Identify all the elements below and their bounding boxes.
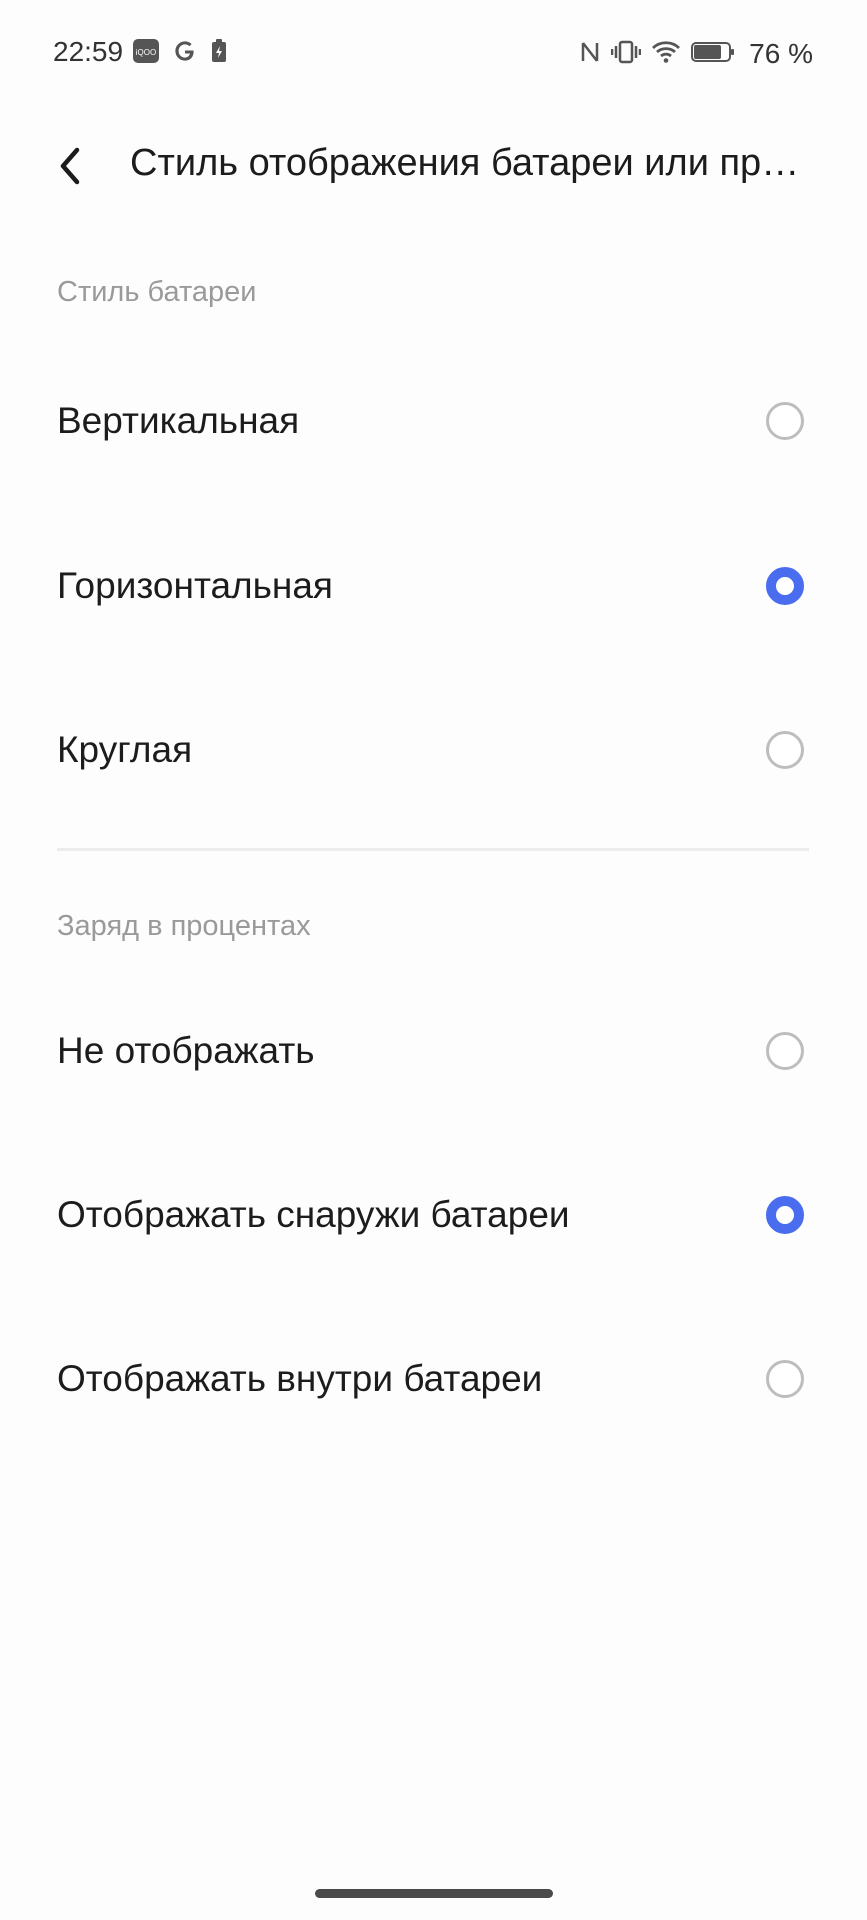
settings-screen: 22:59 iQOO 76 % Стиль отображения батаре…: [0, 0, 867, 1920]
option-label: Отображать внутри батареи: [57, 1358, 543, 1399]
svg-text:iQOO: iQOO: [136, 48, 156, 57]
option-round[interactable]: Круглая: [0, 690, 867, 810]
option-label: Вертикальная: [57, 400, 300, 441]
option-percent-outside[interactable]: Отображать снаружи батареи: [0, 1155, 867, 1275]
option-hide-percent[interactable]: Не отображать: [0, 991, 867, 1111]
section-label-percent: Заряд в процентах: [57, 910, 311, 942]
status-time: 22:59: [53, 36, 124, 67]
google-icon: [172, 38, 198, 69]
radio-button[interactable]: [766, 1360, 804, 1398]
back-button[interactable]: [40, 138, 100, 198]
battery-percent: 76 %: [749, 38, 813, 69]
status-left-icons: iQOO: [132, 38, 228, 69]
section-divider: [57, 848, 809, 851]
radio-button[interactable]: [766, 402, 804, 440]
radio-button[interactable]: [766, 1032, 804, 1070]
radio-button[interactable]: [766, 731, 804, 769]
radio-button-selected[interactable]: [766, 1196, 804, 1234]
option-percent-inside[interactable]: Отображать внутри батареи: [0, 1319, 867, 1439]
nfc-icon: [579, 39, 601, 70]
home-indicator[interactable]: [315, 1889, 553, 1898]
wifi-icon: [651, 39, 681, 70]
iqoo-app-icon: iQOO: [132, 38, 160, 69]
option-label: Горизонтальная: [57, 565, 333, 606]
option-label: Не отображать: [57, 1030, 315, 1071]
status-right-icons: 76 %: [579, 38, 813, 70]
radio-button-selected[interactable]: [766, 567, 804, 605]
page-title: Стиль отображения батареи или процентов …: [130, 142, 820, 184]
battery-saver-icon: [210, 38, 228, 69]
option-label: Круглая: [57, 729, 193, 770]
app-header: Стиль отображения батареи или процентов …: [0, 120, 867, 210]
section-label-battery-style: Стиль батареи: [57, 276, 257, 308]
status-bar: 22:59 iQOO 76 %: [0, 0, 867, 106]
option-horizontal[interactable]: Горизонтальная: [0, 526, 867, 646]
battery-icon: [691, 39, 735, 70]
option-vertical[interactable]: Вертикальная: [0, 361, 867, 481]
chevron-left-icon: [55, 146, 85, 191]
vibrate-icon: [610, 39, 642, 70]
option-label: Отображать снаружи батареи: [57, 1194, 570, 1235]
